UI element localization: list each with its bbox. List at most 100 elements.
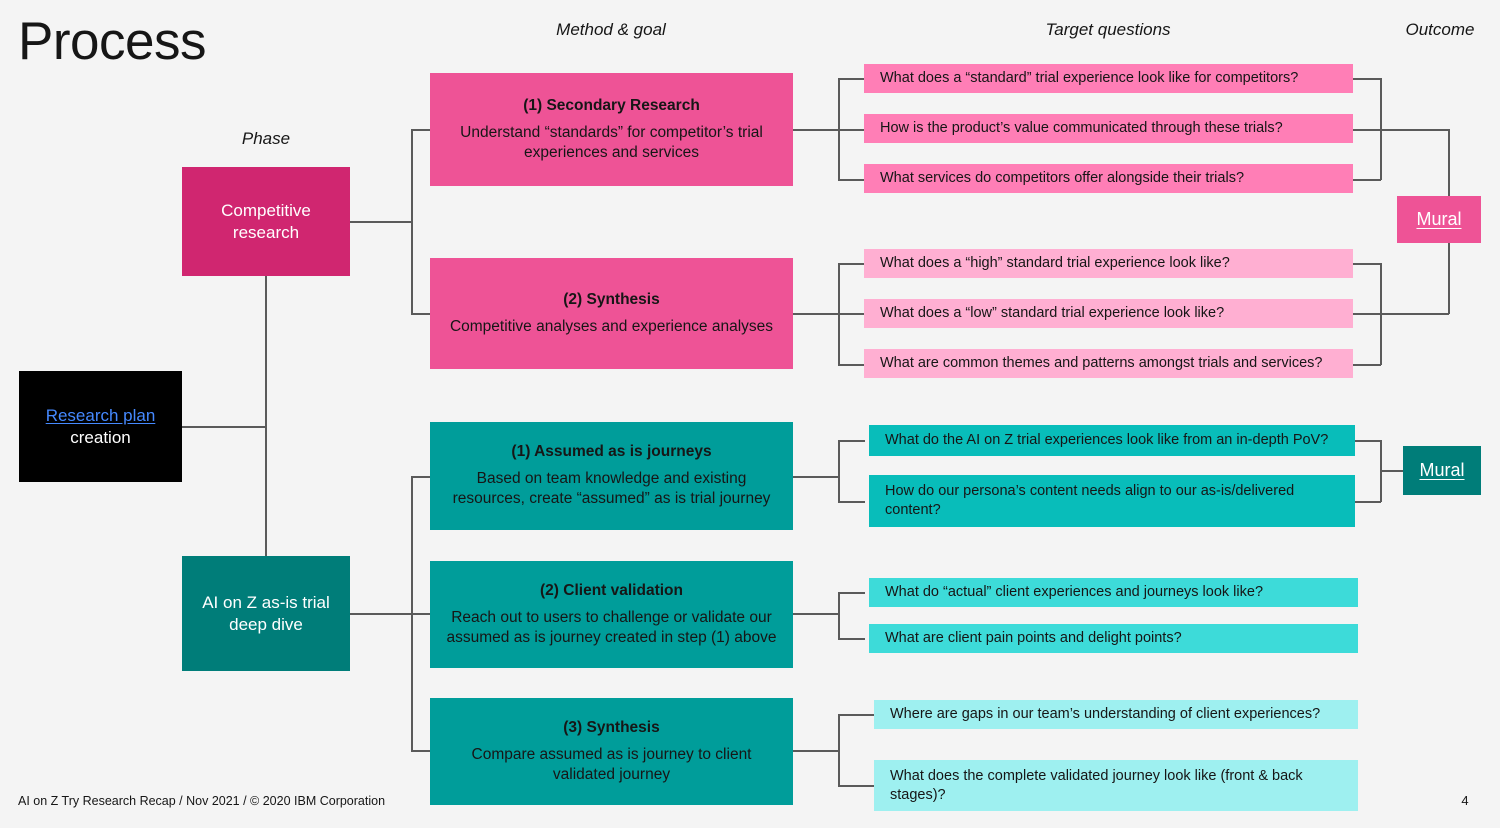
column-header-phase: Phase [241, 129, 291, 148]
method-box-assumed-as-is-journeys[interactable]: (1) Assumed as is journeys Based on team… [430, 422, 793, 530]
method-desc-line2: validated journey [552, 765, 671, 783]
column-header-outcome: Outcome [1405, 20, 1475, 39]
question-box[interactable]: How do our persona’s content needs align… [869, 475, 1355, 527]
connector-phase-spine [265, 276, 267, 556]
question-text: How do our persona’s content needs align… [885, 483, 1295, 518]
question-box[interactable]: What does a “low” standard trial experie… [864, 299, 1353, 328]
column-header-method-goal: Method & goal [556, 20, 666, 39]
phase-box-competitive-research[interactable]: Competitive research [182, 167, 350, 276]
connector-phase2-to-method3 [411, 750, 431, 752]
research-plan-link[interactable]: Research plan [46, 405, 156, 427]
connector-q5-spine [838, 714, 840, 785]
column-header-target-questions: Target questions [1045, 20, 1171, 39]
connector-phase1-out [350, 221, 412, 223]
outcome-box-mural-teal[interactable]: Mural [1403, 446, 1481, 495]
connector-q3-item2 [838, 501, 865, 503]
method-title: (2) Synthesis [563, 291, 660, 309]
phase-label-line2: deep dive [229, 614, 303, 634]
question-box[interactable]: What does a “high” standard trial experi… [864, 249, 1353, 278]
question-box[interactable]: What does a “standard” trial experience … [864, 64, 1353, 93]
phase-label-line1: AI on Z as-is trial [202, 592, 330, 612]
connector-q1-item3 [838, 179, 865, 181]
connector-start-to-spine [182, 426, 267, 428]
method-title: (1) Secondary Research [523, 96, 700, 114]
connector-method2-out [793, 313, 839, 315]
question-box[interactable]: What are client pain points and delight … [869, 624, 1358, 653]
connector-q2-to-mural [1380, 313, 1449, 315]
connector-q1-item2 [838, 129, 865, 131]
question-text: What does a “low” standard trial experie… [880, 305, 1225, 322]
method-title: (3) Synthesis [563, 718, 660, 736]
method-box-synthesis-competitive[interactable]: (2) Synthesis Competitive analyses and e… [430, 258, 793, 369]
connector-q2-item1 [838, 263, 865, 265]
connector-phase2-to-method2 [411, 613, 431, 615]
connector-phase1-to-method1 [411, 129, 431, 131]
question-box[interactable]: How is the product’s value communicated … [864, 114, 1353, 143]
mural-link[interactable]: Mural [1419, 459, 1464, 482]
question-text: What does a “standard” trial experience … [880, 70, 1299, 87]
connector-q2-item2 [838, 313, 865, 315]
question-text: How is the product’s value communicated … [880, 120, 1283, 137]
connector-phase1-branch-spine [411, 129, 413, 315]
connector-q2-merge-mid [1353, 313, 1381, 315]
question-box[interactable]: What do the AI on Z trial experiences lo… [869, 425, 1355, 456]
method-desc-line1: Based on team knowledge and existing [476, 470, 747, 488]
connector-q3-spine [838, 440, 840, 502]
method-title: (1) Assumed as is journeys [511, 443, 712, 461]
question-text: What services do competitors offer along… [880, 170, 1245, 187]
page-title: Process [18, 12, 206, 71]
connector-method3-out [793, 476, 839, 478]
method-desc-line1: Compare assumed as is journey to client [471, 745, 752, 763]
connector-q1-merge-top [1353, 78, 1381, 80]
connector-q3-to-mural [1380, 470, 1404, 472]
connector-phase2-to-method1 [411, 476, 431, 478]
connector-q1-item1 [838, 78, 865, 80]
question-box[interactable]: What services do competitors offer along… [864, 164, 1353, 193]
connector-phase2-out [350, 613, 412, 615]
question-text: What does a “high” standard trial experi… [880, 255, 1230, 272]
method-desc-line1: Understand “standards” for competitor’s … [460, 123, 763, 141]
connector-q4-item2 [838, 638, 865, 640]
question-text: What are client pain points and delight … [885, 630, 1182, 647]
connector-mural1-up [1448, 243, 1450, 314]
footer-text: AI on Z Try Research Recap / Nov 2021 / … [18, 794, 386, 808]
method-box-client-validation[interactable]: (2) Client validation Reach out to users… [430, 561, 793, 668]
question-text: What do the AI on Z trial experiences lo… [885, 432, 1329, 449]
page-number: 4 [1461, 793, 1469, 808]
connector-method1-out [793, 129, 839, 131]
connector-q1-to-mural [1380, 129, 1449, 131]
method-box-secondary-research[interactable]: (1) Secondary Research Understand “stand… [430, 73, 793, 186]
connector-q2-merge-bot [1353, 364, 1381, 366]
method-box-synthesis-journey[interactable]: (3) Synthesis Compare assumed as is jour… [430, 698, 793, 805]
mural-link[interactable]: Mural [1416, 208, 1461, 231]
question-box[interactable]: What do “actual” client experiences and … [869, 578, 1358, 607]
method-desc-line2: resources, create “assumed” as is trial … [452, 490, 771, 508]
slide-canvas: Process Phase Method & goal Target quest… [0, 0, 1500, 828]
connector-q3-merge-bot [1355, 501, 1381, 503]
connector-q5-item1 [838, 714, 874, 716]
question-text: Where are gaps in our team’s understandi… [890, 706, 1321, 723]
connector-q3-merge-top [1355, 440, 1381, 442]
connector-q4-item1 [838, 592, 865, 594]
outcome-box-mural-pink[interactable]: Mural [1397, 196, 1481, 243]
phase-label-line2: research [232, 222, 300, 242]
question-text: What do “actual” client experiences and … [885, 584, 1264, 601]
method-desc-line2: experiences and services [524, 143, 699, 161]
question-box[interactable]: What are common themes and patterns amon… [864, 349, 1353, 378]
question-box[interactable]: What does the complete validated journey… [874, 760, 1358, 811]
phase-box-ai-on-z-deep-dive[interactable]: AI on Z as-is trial deep dive [182, 556, 350, 671]
method-desc-line2: assumed as is journey created in step (1… [446, 628, 777, 646]
question-box[interactable]: Where are gaps in our team’s understandi… [874, 700, 1358, 729]
question-text: What are common themes and patterns amon… [880, 355, 1323, 372]
method-desc-line1: Reach out to users to challenge or valid… [451, 608, 772, 626]
connector-q2-merge-top [1353, 263, 1381, 265]
start-node-second-line: creation [70, 427, 131, 447]
connector-method5-out [793, 750, 839, 752]
connector-q5-item2 [838, 785, 874, 787]
method-desc-line1: Competitive analyses and experience anal… [449, 317, 774, 335]
connector-q2-item3 [838, 364, 865, 366]
connector-phase1-to-method2 [411, 313, 431, 315]
connector-q3-item1 [838, 440, 865, 442]
start-node-research-plan[interactable]: Research plan creation [19, 371, 182, 482]
connector-q1-merge-mid [1353, 129, 1381, 131]
